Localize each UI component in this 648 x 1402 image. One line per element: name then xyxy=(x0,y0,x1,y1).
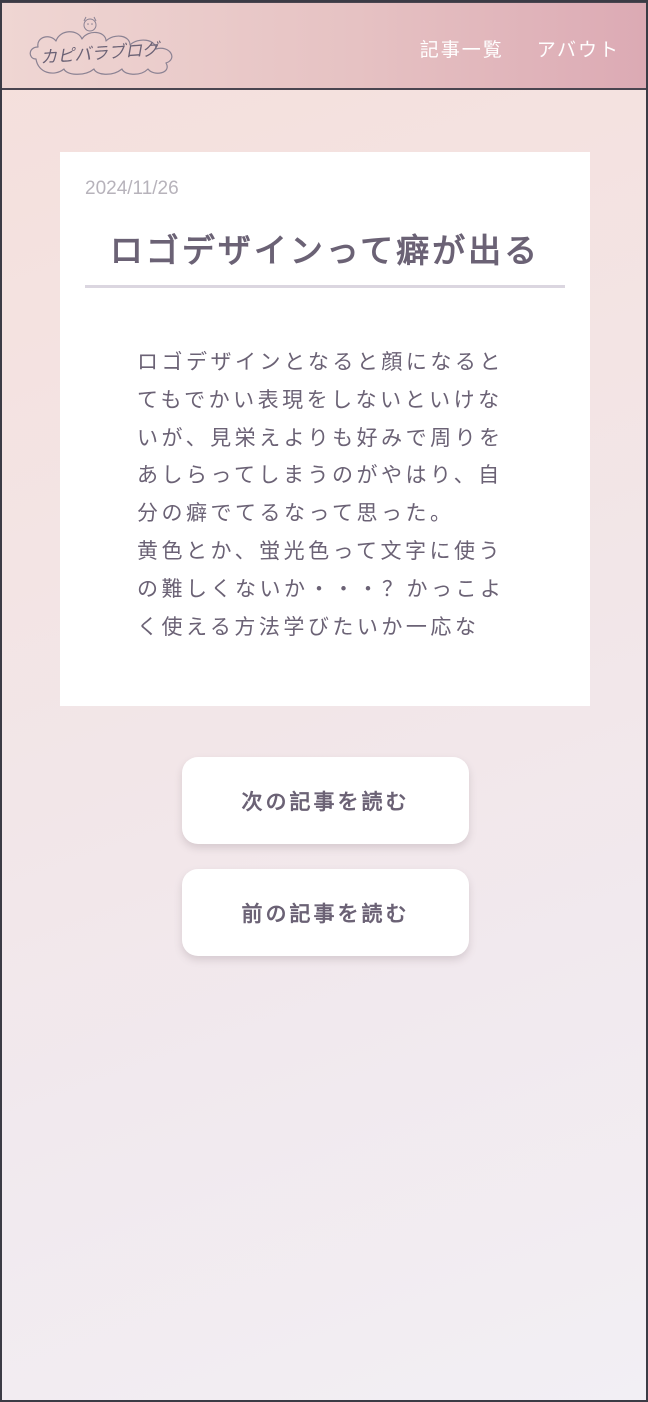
nav-article-list-link[interactable]: 記事一覧 xyxy=(420,35,504,62)
main-nav: 記事一覧 アバウト xyxy=(420,35,620,62)
next-article-button[interactable]: 次の記事を読む xyxy=(182,757,469,844)
prev-article-button[interactable]: 前の記事を読む xyxy=(182,869,469,956)
title-divider xyxy=(85,285,565,288)
site-header: カピバラブログ 記事一覧 アバウト xyxy=(2,2,646,90)
site-logo[interactable]: カピバラブログ xyxy=(26,15,186,81)
post-date: 2024/11/26 xyxy=(85,178,179,199)
nav-about-link[interactable]: アバウト xyxy=(537,35,620,62)
article-card: 2024/11/26 ロゴデザインって癖が出る ロゴデザインとなると顔になるとて… xyxy=(60,152,590,706)
post-body: ロゴデザインとなると顔になるとてもでかい表現をしないといけないが、見栄えよりも好… xyxy=(137,350,505,639)
post-title: ロゴデザインって癖が出る xyxy=(109,231,541,270)
